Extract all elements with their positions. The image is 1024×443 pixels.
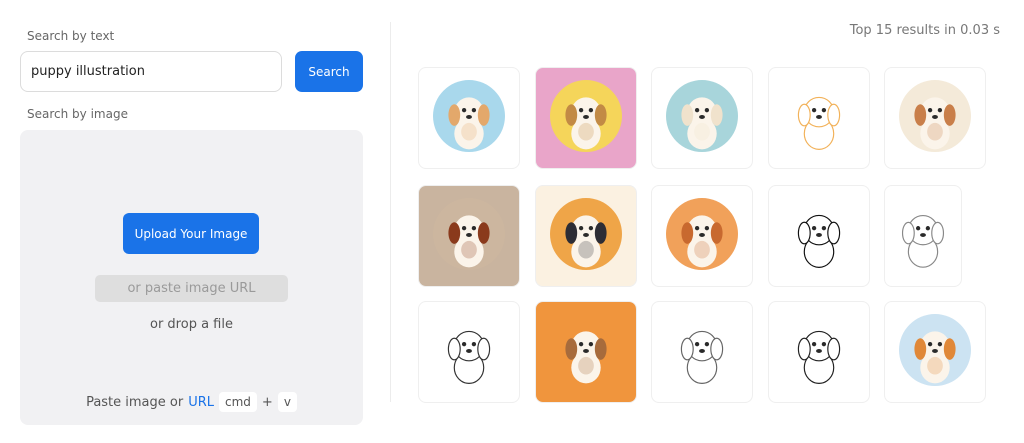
panel-divider bbox=[390, 22, 391, 402]
result-thumbnail[interactable] bbox=[884, 301, 986, 403]
result-thumbnail[interactable] bbox=[418, 301, 520, 403]
result-thumbnail[interactable] bbox=[651, 185, 753, 287]
girl-with-puppy-icon bbox=[550, 198, 622, 271]
puppies-lineart-sketch-icon bbox=[680, 330, 724, 384]
search-button[interactable]: Search bbox=[295, 51, 363, 92]
search-by-text-label: Search by text bbox=[27, 29, 115, 43]
puppy-flowers-lineart-icon bbox=[797, 330, 841, 384]
result-thumbnail[interactable] bbox=[884, 185, 962, 287]
puppy-sitting-blue-circle-icon bbox=[433, 80, 505, 153]
search-input[interactable] bbox=[20, 51, 282, 92]
paste-hint-text: Paste image or bbox=[86, 394, 184, 410]
cavalier-spaniel-icon bbox=[433, 198, 505, 271]
results-summary: Top 15 results in 0.03 s bbox=[849, 23, 1000, 38]
image-drop-zone[interactable]: Upload Your Image or drop a file Paste i… bbox=[20, 130, 363, 425]
puppy-sitting-beige-icon bbox=[899, 80, 971, 153]
result-thumbnail[interactable] bbox=[768, 67, 870, 169]
orange-puppy-blue-circle-icon bbox=[899, 314, 971, 387]
upload-image-button[interactable]: Upload Your Image bbox=[123, 213, 259, 254]
fluffy-puppy-lineart-icon bbox=[901, 214, 945, 268]
result-thumbnail[interactable] bbox=[884, 67, 986, 169]
running-puppies-lineart-icon bbox=[447, 330, 491, 384]
result-thumbnail[interactable] bbox=[418, 67, 520, 169]
puppy-orange-square-icon bbox=[565, 331, 607, 384]
drop-file-label: or drop a file bbox=[150, 317, 233, 332]
plus-sign: + bbox=[261, 394, 273, 410]
boy-with-puppy-lineart-icon bbox=[797, 214, 841, 268]
result-thumbnail[interactable] bbox=[651, 301, 753, 403]
v-key-badge: v bbox=[277, 392, 297, 412]
result-thumbnail[interactable] bbox=[651, 67, 753, 169]
result-thumbnail[interactable] bbox=[768, 301, 870, 403]
paste-url-link[interactable]: URL bbox=[188, 395, 214, 410]
orange-puppy-standing-icon bbox=[797, 96, 841, 150]
paste-hint: Paste image or URL cmd + v bbox=[20, 390, 363, 414]
image-url-input[interactable] bbox=[95, 275, 288, 302]
search-panel: Search by text Search Search by image Up… bbox=[20, 0, 365, 443]
result-thumbnail[interactable] bbox=[535, 301, 637, 403]
cmd-key-badge: cmd bbox=[219, 392, 257, 412]
result-thumbnail[interactable] bbox=[535, 185, 637, 287]
puppy-orange-circle-icon bbox=[666, 198, 738, 271]
search-by-image-label: Search by image bbox=[27, 107, 128, 121]
result-thumbnail[interactable] bbox=[418, 185, 520, 287]
puppy-on-table-icon bbox=[666, 80, 738, 153]
beagle-portrait-pink-icon bbox=[550, 80, 622, 153]
result-thumbnail[interactable] bbox=[768, 185, 870, 287]
result-thumbnail[interactable] bbox=[535, 67, 637, 169]
